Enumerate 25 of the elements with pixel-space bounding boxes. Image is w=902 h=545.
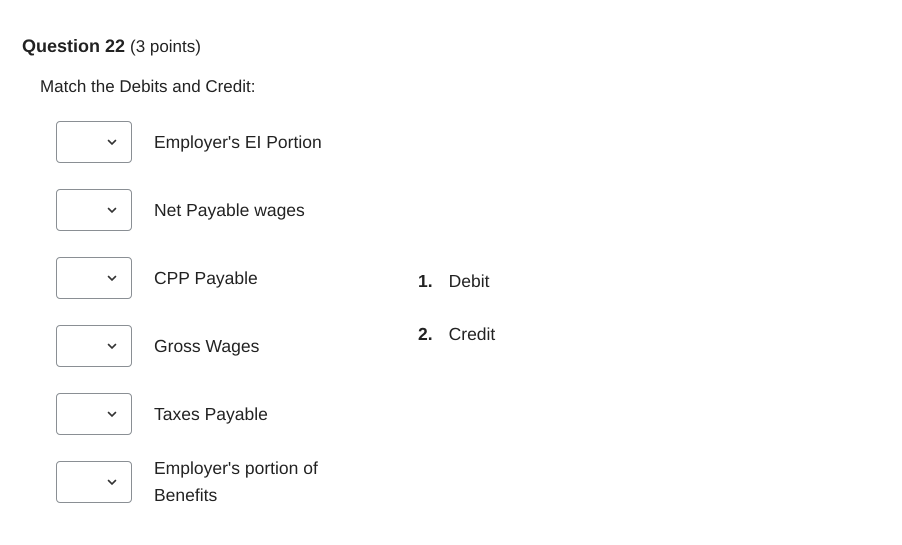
chevron-down-icon [107, 138, 117, 146]
answer-dropdown[interactable] [56, 121, 132, 163]
question-prompt: Match the Debits and Credit: [40, 77, 256, 97]
answer-number: 2. [418, 324, 433, 345]
chevron-down-icon [107, 274, 117, 282]
chevron-down-icon [107, 206, 117, 214]
question-title: Question 22 [22, 36, 126, 57]
answer-dropdown[interactable] [56, 461, 132, 503]
answer-number: 1. [418, 271, 433, 292]
match-item-label: Gross Wages [154, 334, 260, 358]
match-item-label: Employer's portion of Benefits [154, 457, 319, 507]
chevron-down-icon [107, 410, 117, 418]
match-item-label: Net Payable wages [154, 198, 306, 222]
chevron-down-icon [107, 342, 117, 350]
match-item-label: Taxes Payable [154, 402, 269, 426]
answer-option: Credit [448, 324, 496, 345]
chevron-down-icon [107, 478, 117, 486]
match-item-label: CPP Payable [154, 266, 259, 290]
answer-dropdown[interactable] [56, 325, 132, 367]
answer-option: Debit [448, 271, 490, 292]
question-points: (3 points) [130, 37, 201, 57]
answer-dropdown[interactable] [56, 189, 132, 231]
answer-dropdown[interactable] [56, 393, 132, 435]
match-item-label: Employer's EI Portion [154, 130, 323, 154]
answer-dropdown[interactable] [56, 257, 132, 299]
